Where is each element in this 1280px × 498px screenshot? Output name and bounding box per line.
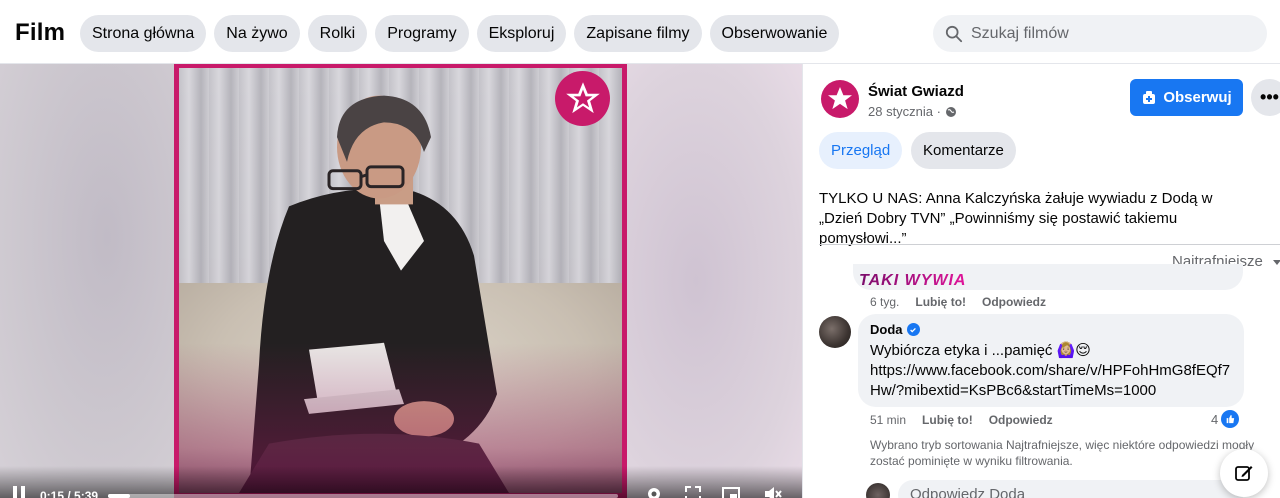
comment-time: 6 tyg. bbox=[870, 295, 900, 309]
nav-tab-live[interactable]: Na żywo bbox=[214, 15, 300, 52]
nav-tab-following[interactable]: Obserwowanie bbox=[709, 15, 840, 52]
fullscreen-icon[interactable] bbox=[683, 484, 703, 498]
post-text: TYLKO U NAS: Anna Kalczyńska żałuje wywi… bbox=[819, 190, 1213, 247]
reaction-count-text: 4 bbox=[1211, 411, 1219, 427]
settings-icon[interactable] bbox=[644, 484, 664, 498]
post-panel: Świat Gwiazd 28 stycznia · Obserwuj ••• … bbox=[802, 64, 1280, 498]
nav-tab-saved[interactable]: Zapisane filmy bbox=[574, 15, 702, 52]
search-input[interactable]: Szukaj filmów bbox=[933, 15, 1267, 52]
post-date: 28 stycznia · bbox=[868, 104, 957, 119]
globe-icon bbox=[945, 106, 956, 117]
progress-bar[interactable] bbox=[108, 494, 618, 498]
like-button[interactable]: Lubię to! bbox=[922, 413, 973, 427]
post-date-text: 28 stycznia · bbox=[868, 104, 941, 119]
page-name[interactable]: Świat Gwiazd bbox=[868, 83, 964, 100]
avatar[interactable] bbox=[819, 316, 851, 348]
pip-icon[interactable] bbox=[721, 484, 741, 498]
tab-comments[interactable]: Komentarze bbox=[911, 132, 1016, 169]
comment-time: 51 min bbox=[870, 413, 907, 427]
follow-label: Obserwuj bbox=[1163, 89, 1232, 106]
volume-icon[interactable] bbox=[762, 484, 782, 498]
top-bar: Film Strona główna Na żywo Rolki Program… bbox=[0, 0, 1280, 64]
reaction-count[interactable]: 4 bbox=[1211, 410, 1240, 428]
follow-icon bbox=[1143, 90, 1156, 104]
comment-link[interactable]: https://www.facebook.com/share/v/HPFohHm… bbox=[870, 361, 1232, 401]
divider bbox=[819, 244, 1280, 245]
nav-tab-home[interactable]: Strona główna bbox=[80, 15, 207, 52]
video-player[interactable]: 0:15 / 5:39 bbox=[0, 64, 802, 498]
more-options-icon[interactable]: ••• bbox=[1251, 79, 1280, 116]
comment-sticker: TAKI WYWIA bbox=[859, 272, 967, 289]
nav-tab-reels[interactable]: Rolki bbox=[307, 15, 368, 52]
reply-button[interactable]: Odpowiedz bbox=[989, 413, 1053, 427]
chevron-down-icon[interactable] bbox=[1273, 260, 1280, 265]
progress-fill bbox=[108, 494, 131, 498]
page-title: Film bbox=[15, 19, 66, 46]
comment-text: Wybiórcza etyka i ...pamięć 🙆🏼‍♀️😌 bbox=[870, 342, 1091, 359]
video-blur-right bbox=[625, 64, 802, 498]
previous-comment-bubble: TAKI WYWIA bbox=[853, 264, 1243, 290]
player-controls: 0:15 / 5:39 bbox=[0, 466, 802, 498]
nav-tabs: Strona główna Na żywo Rolki Programy Eks… bbox=[80, 15, 840, 52]
previous-comment-meta: 6 tyg. Lubię to! Odpowiedz bbox=[870, 295, 1046, 309]
reply-input[interactable]: Odpowiedz Doda bbox=[898, 480, 1243, 498]
playback-time: 0:15 / 5:39 bbox=[40, 489, 99, 498]
comment-meta: 51 min Lubię to! Odpowiedz bbox=[870, 413, 1053, 427]
video-blur-left bbox=[0, 64, 178, 498]
nav-tab-explore[interactable]: Eksploruj bbox=[476, 15, 567, 52]
search-icon bbox=[945, 25, 963, 42]
follow-button[interactable]: Obserwuj bbox=[1130, 79, 1243, 116]
avatar bbox=[866, 483, 890, 498]
comment-bubble: Doda Wybiórcza etyka i ...pamięć 🙆🏼‍♀️😌 … bbox=[858, 314, 1244, 407]
video-frame bbox=[174, 64, 627, 498]
tab-overview[interactable]: Przegląd bbox=[819, 132, 903, 169]
comment-body: Wybiórcza etyka i ...pamięć 🙆🏼‍♀️😌 https… bbox=[870, 341, 1232, 401]
comment-author[interactable]: Doda bbox=[870, 322, 1232, 337]
channel-logo-icon bbox=[555, 71, 610, 126]
page-avatar[interactable] bbox=[821, 80, 859, 118]
pause-icon[interactable] bbox=[12, 486, 26, 498]
reply-button[interactable]: Odpowiedz bbox=[982, 295, 1046, 309]
comment-author-name[interactable]: Doda bbox=[870, 322, 903, 337]
top-strip bbox=[0, 0, 1280, 6]
nav-tab-shows[interactable]: Programy bbox=[375, 15, 469, 52]
verified-badge-icon bbox=[906, 323, 920, 336]
search-placeholder: Szukaj filmów bbox=[971, 24, 1069, 42]
thumbs-up-icon bbox=[1221, 410, 1240, 428]
filter-notice: Wybrano tryb sortowania Najtrafniejsze, … bbox=[870, 438, 1255, 468]
compose-icon[interactable] bbox=[1220, 449, 1268, 497]
like-button[interactable]: Lubię to! bbox=[915, 295, 966, 309]
